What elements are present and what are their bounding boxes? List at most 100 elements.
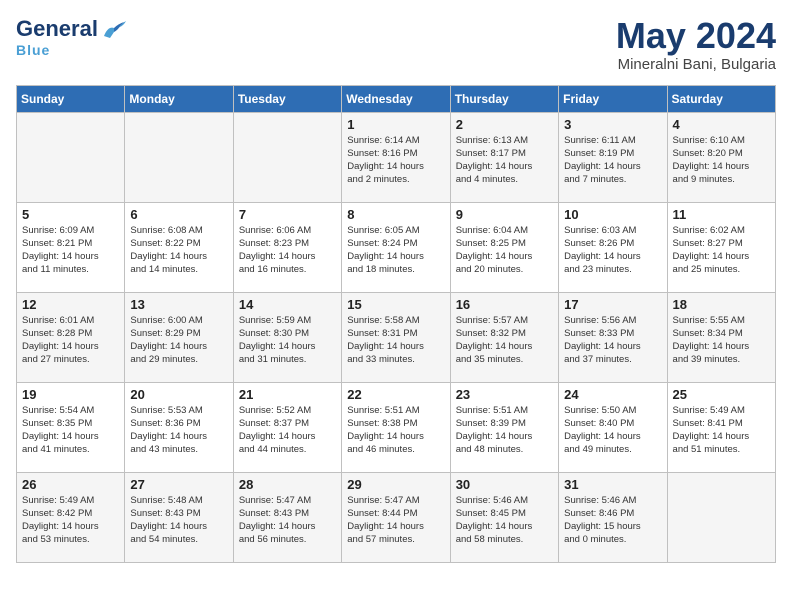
calendar-cell: 7 Sunrise: 6:06 AM Sunset: 8:23 PM Daylig… xyxy=(233,202,341,292)
day-number: 19 xyxy=(22,387,119,402)
calendar-cell: 13 Sunrise: 6:00 AM Sunset: 8:29 PM Dayli… xyxy=(125,292,233,382)
calendar-cell: 12Sunrise: 6:01 AM Sunset: 8:28 PM Dayli… xyxy=(17,292,125,382)
day-number: 8 xyxy=(347,207,444,222)
calendar-cell xyxy=(667,472,775,562)
day-number: 31 xyxy=(564,477,661,492)
calendar-cell: 18 Sunrise: 5:55 AM Sunset: 8:34 PM Dayli… xyxy=(667,292,775,382)
day-number: 4 xyxy=(673,117,770,132)
calendar-cell: 10Sunrise: 6:03 AM Sunset: 8:26 PM Dayli… xyxy=(559,202,667,292)
day-number: 2 xyxy=(456,117,553,132)
day-info: Sunrise: 6:03 AM Sunset: 8:26 PM Dayligh… xyxy=(564,224,661,277)
calendar-cell: 27Sunrise: 5:48 AM Sunset: 8:43 PM Dayli… xyxy=(125,472,233,562)
col-header-sunday: Sunday xyxy=(17,85,125,112)
day-info: Sunrise: 5:49 AM Sunset: 8:42 PM Dayligh… xyxy=(22,494,119,547)
calendar-body: 1 Sunrise: 6:14 AM Sunset: 8:16 PM Daylig… xyxy=(17,112,776,562)
day-info: Sunrise: 5:56 AM Sunset: 8:33 PM Dayligh… xyxy=(564,314,661,367)
day-number: 30 xyxy=(456,477,553,492)
calendar-table: SundayMondayTuesdayWednesdayThursdayFrid… xyxy=(16,85,776,563)
day-info: Sunrise: 6:02 AM Sunset: 8:27 PM Dayligh… xyxy=(673,224,770,277)
day-info: Sunrise: 5:49 AM Sunset: 8:41 PM Dayligh… xyxy=(673,404,770,457)
day-info: Sunrise: 6:14 AM Sunset: 8:16 PM Dayligh… xyxy=(347,134,444,187)
day-info: Sunrise: 5:47 AM Sunset: 8:43 PM Dayligh… xyxy=(239,494,336,547)
day-info: Sunrise: 6:08 AM Sunset: 8:22 PM Dayligh… xyxy=(130,224,227,277)
calendar-cell: 23Sunrise: 5:51 AM Sunset: 8:39 PM Dayli… xyxy=(450,382,558,472)
day-number: 20 xyxy=(130,387,227,402)
calendar-cell: 1 Sunrise: 6:14 AM Sunset: 8:16 PM Daylig… xyxy=(342,112,450,202)
calendar-cell: 16 Sunrise: 5:57 AM Sunset: 8:32 PM Dayli… xyxy=(450,292,558,382)
calendar-cell: 2 Sunrise: 6:13 AM Sunset: 8:17 PM Daylig… xyxy=(450,112,558,202)
day-number: 3 xyxy=(564,117,661,132)
day-number: 18 xyxy=(673,297,770,312)
calendar-cell xyxy=(125,112,233,202)
col-header-wednesday: Wednesday xyxy=(342,85,450,112)
calendar-week-3: 12Sunrise: 6:01 AM Sunset: 8:28 PM Dayli… xyxy=(17,292,776,382)
col-header-monday: Monday xyxy=(125,85,233,112)
day-number: 12 xyxy=(22,297,119,312)
day-number: 11 xyxy=(673,207,770,222)
calendar-cell xyxy=(233,112,341,202)
calendar-cell: 21Sunrise: 5:52 AM Sunset: 8:37 PM Dayli… xyxy=(233,382,341,472)
day-number: 13 xyxy=(130,297,227,312)
calendar-cell: 24Sunrise: 5:50 AM Sunset: 8:40 PM Dayli… xyxy=(559,382,667,472)
calendar-cell: 8Sunrise: 6:05 AM Sunset: 8:24 PM Daylig… xyxy=(342,202,450,292)
day-number: 9 xyxy=(456,207,553,222)
calendar-week-5: 26Sunrise: 5:49 AM Sunset: 8:42 PM Dayli… xyxy=(17,472,776,562)
day-info: Sunrise: 6:09 AM Sunset: 8:21 PM Dayligh… xyxy=(22,224,119,277)
logo-blue: Blue xyxy=(16,42,50,58)
logo-bird-icon xyxy=(100,18,128,40)
day-info: Sunrise: 6:11 AM Sunset: 8:19 PM Dayligh… xyxy=(564,134,661,187)
calendar-cell: 22Sunrise: 5:51 AM Sunset: 8:38 PM Dayli… xyxy=(342,382,450,472)
calendar-week-4: 19 Sunrise: 5:54 AM Sunset: 8:35 PM Dayli… xyxy=(17,382,776,472)
calendar-cell: 9 Sunrise: 6:04 AM Sunset: 8:25 PM Daylig… xyxy=(450,202,558,292)
col-header-thursday: Thursday xyxy=(450,85,558,112)
page-header: General Blue May 2024 Mineralni Bani, Bu… xyxy=(16,16,776,73)
calendar-cell: 31Sunrise: 5:46 AM Sunset: 8:46 PM Dayli… xyxy=(559,472,667,562)
calendar-cell: 14Sunrise: 5:59 AM Sunset: 8:30 PM Dayli… xyxy=(233,292,341,382)
calendar-cell: 20 Sunrise: 5:53 AM Sunset: 8:36 PM Dayli… xyxy=(125,382,233,472)
day-info: Sunrise: 6:06 AM Sunset: 8:23 PM Dayligh… xyxy=(239,224,336,277)
day-number: 1 xyxy=(347,117,444,132)
day-number: 17 xyxy=(564,297,661,312)
calendar-cell: 28 Sunrise: 5:47 AM Sunset: 8:43 PM Dayli… xyxy=(233,472,341,562)
calendar-cell: 17 Sunrise: 5:56 AM Sunset: 8:33 PM Dayli… xyxy=(559,292,667,382)
day-number: 5 xyxy=(22,207,119,222)
calendar-cell: 19 Sunrise: 5:54 AM Sunset: 8:35 PM Dayli… xyxy=(17,382,125,472)
calendar-week-2: 5 Sunrise: 6:09 AM Sunset: 8:21 PM Daylig… xyxy=(17,202,776,292)
calendar-cell: 3 Sunrise: 6:11 AM Sunset: 8:19 PM Daylig… xyxy=(559,112,667,202)
day-info: Sunrise: 5:46 AM Sunset: 8:45 PM Dayligh… xyxy=(456,494,553,547)
day-number: 15 xyxy=(347,297,444,312)
day-number: 6 xyxy=(130,207,227,222)
calendar-week-1: 1 Sunrise: 6:14 AM Sunset: 8:16 PM Daylig… xyxy=(17,112,776,202)
location-subtitle: Mineralni Bani, Bulgaria xyxy=(616,56,776,73)
calendar-cell: 15Sunrise: 5:58 AM Sunset: 8:31 PM Dayli… xyxy=(342,292,450,382)
day-info: Sunrise: 6:10 AM Sunset: 8:20 PM Dayligh… xyxy=(673,134,770,187)
day-number: 28 xyxy=(239,477,336,492)
logo: General Blue xyxy=(16,16,128,58)
day-info: Sunrise: 5:52 AM Sunset: 8:37 PM Dayligh… xyxy=(239,404,336,457)
day-info: Sunrise: 5:48 AM Sunset: 8:43 PM Dayligh… xyxy=(130,494,227,547)
calendar-cell: 4 Sunrise: 6:10 AM Sunset: 8:20 PM Daylig… xyxy=(667,112,775,202)
day-info: Sunrise: 6:04 AM Sunset: 8:25 PM Dayligh… xyxy=(456,224,553,277)
calendar-header-row: SundayMondayTuesdayWednesdayThursdayFrid… xyxy=(17,85,776,112)
day-info: Sunrise: 5:51 AM Sunset: 8:38 PM Dayligh… xyxy=(347,404,444,457)
col-header-friday: Friday xyxy=(559,85,667,112)
calendar-cell: 11 Sunrise: 6:02 AM Sunset: 8:27 PM Dayli… xyxy=(667,202,775,292)
calendar-cell: 6 Sunrise: 6:08 AM Sunset: 8:22 PM Daylig… xyxy=(125,202,233,292)
day-info: Sunrise: 5:54 AM Sunset: 8:35 PM Dayligh… xyxy=(22,404,119,457)
day-info: Sunrise: 5:50 AM Sunset: 8:40 PM Dayligh… xyxy=(564,404,661,457)
day-info: Sunrise: 5:51 AM Sunset: 8:39 PM Dayligh… xyxy=(456,404,553,457)
day-number: 29 xyxy=(347,477,444,492)
day-number: 16 xyxy=(456,297,553,312)
day-number: 25 xyxy=(673,387,770,402)
month-year-title: May 2024 xyxy=(616,16,776,56)
day-info: Sunrise: 5:57 AM Sunset: 8:32 PM Dayligh… xyxy=(456,314,553,367)
day-info: Sunrise: 5:55 AM Sunset: 8:34 PM Dayligh… xyxy=(673,314,770,367)
day-number: 7 xyxy=(239,207,336,222)
day-info: Sunrise: 5:53 AM Sunset: 8:36 PM Dayligh… xyxy=(130,404,227,457)
day-info: Sunrise: 6:13 AM Sunset: 8:17 PM Dayligh… xyxy=(456,134,553,187)
col-header-tuesday: Tuesday xyxy=(233,85,341,112)
day-info: Sunrise: 5:47 AM Sunset: 8:44 PM Dayligh… xyxy=(347,494,444,547)
day-info: Sunrise: 5:59 AM Sunset: 8:30 PM Dayligh… xyxy=(239,314,336,367)
day-info: Sunrise: 6:00 AM Sunset: 8:29 PM Dayligh… xyxy=(130,314,227,367)
calendar-cell: 30 Sunrise: 5:46 AM Sunset: 8:45 PM Dayli… xyxy=(450,472,558,562)
